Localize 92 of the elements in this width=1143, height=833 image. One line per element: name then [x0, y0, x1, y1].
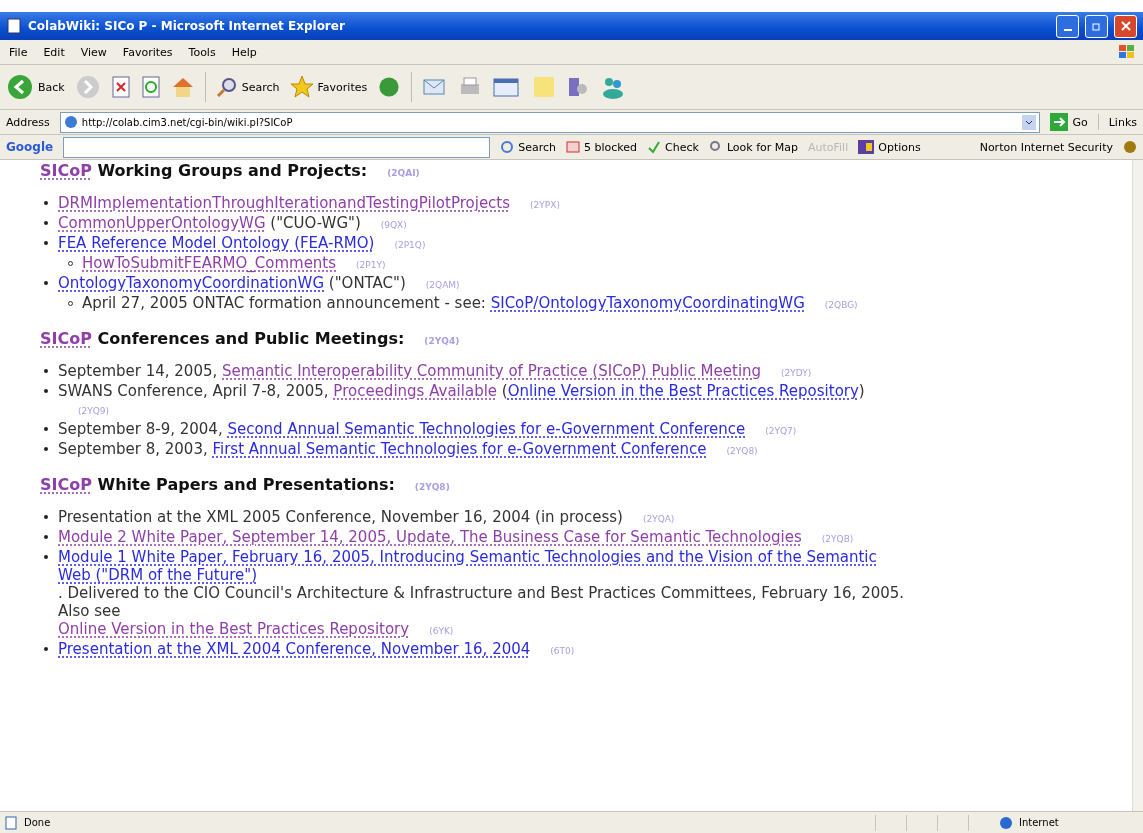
page-icon [63, 115, 78, 129]
options-button[interactable]: Options [858, 140, 921, 154]
status-text: Done [24, 817, 52, 828]
wiki-link[interactable]: CommonUpperOntologyWG [58, 214, 266, 232]
address-label: Address [6, 115, 50, 129]
norton-label[interactable]: Norton Internet Security [979, 140, 1113, 154]
wiki-link[interactable]: SICoP [40, 162, 92, 180]
item-text: September 8-9, 2004, [58, 420, 224, 438]
item-text: SWANS Conference, April 7-8, 2005, [58, 382, 330, 400]
wiki-link[interactable]: SICoP [40, 330, 92, 348]
bullet-icon [44, 201, 48, 205]
zone-text: Internet [1019, 817, 1060, 828]
item-text: April 27, 2005 ONTAC formation announcement - see: [82, 294, 487, 312]
favorites-button[interactable]: Favorites [289, 75, 368, 99]
wiki-link[interactable]: Online Version in the Best Practices Repository [58, 620, 410, 638]
popup-blocker-button[interactable]: 5 blocked [566, 140, 638, 154]
star-icon [289, 75, 314, 99]
wiki-link[interactable]: Proceedings Available [333, 382, 498, 400]
item-text: ) [858, 382, 865, 400]
wiki-link[interactable]: SICoP/OntologyTaxonomyCoordinatingWG [490, 294, 805, 312]
spell-check-button[interactable]: Check [647, 140, 699, 154]
page-icon [4, 815, 18, 830]
google-search-field[interactable] [63, 136, 491, 158]
search-icon [500, 140, 515, 154]
windows-logo-icon [1117, 43, 1137, 61]
wiki-link[interactable]: Module 2 White Paper, September 14, 2005, Update, The Business Case for Semantic Technologies [58, 528, 802, 546]
refresh-icon[interactable] [140, 76, 161, 98]
menu-item[interactable]: Help [228, 45, 260, 59]
go-button[interactable]: Go [1050, 113, 1088, 131]
page-icon [6, 18, 22, 34]
map-button[interactable]: Look for Map [708, 140, 798, 154]
wiki-link[interactable]: Presentation at the XML 2004 Conference, November 16, 2004 [58, 640, 531, 658]
wiki-link[interactable]: SICoP [40, 476, 92, 494]
wiki-link[interactable]: HowToSubmitFEARMO_Comments [82, 254, 337, 272]
back-button[interactable]: Back [6, 73, 65, 101]
bullet-icon [44, 241, 48, 245]
window-icon [566, 140, 580, 154]
google-logo[interactable]: Google [6, 140, 54, 154]
item-text: . Delivered to the CIO Council's Architecture & Infrastructure and Best Practices Committees, February 16, 2005. Also see [58, 584, 906, 620]
wiki-link[interactable]: Module 1 White Paper, February 16, 2005, Introducing Semantic Technologies and the Vision of the Semantic Web ("DRM of the Future") [58, 548, 908, 584]
item-text: September 8, 2003, [58, 440, 209, 458]
menu-item[interactable]: Tools [185, 45, 219, 59]
bullet-icon [44, 281, 48, 285]
wiki-link[interactable]: First Annual Semantic Technologies for e-Government Conference [212, 440, 707, 458]
item-text: September 14, 2005, [58, 362, 219, 380]
close-icon [1120, 21, 1131, 31]
bullet-icon [44, 221, 48, 225]
bullet-icon [44, 447, 48, 451]
section-heading: White Papers and Presentations: [96, 476, 395, 494]
links-button[interactable]: Links [1108, 115, 1137, 129]
item-text: Presentation at the XML 2005 Conference, November 16, 2004 (in process) [58, 508, 623, 526]
menu-item[interactable]: Favorites [119, 45, 176, 59]
item-text: ("ONTAC") [327, 274, 406, 292]
wiki-link[interactable]: Semantic Interoperability Community of Practice (SICoP) Public Meeting [222, 362, 762, 380]
bullet-icon [44, 647, 48, 651]
close-button[interactable] [1114, 14, 1137, 38]
dropdown-icon[interactable] [1022, 114, 1037, 130]
section-heading: Working Groups and Projects: [96, 162, 368, 180]
google-search-button[interactable]: Search [500, 140, 556, 154]
wiki-link[interactable]: DRMImplementationThroughIterationandTestingPilotProjects [58, 194, 511, 212]
search-icon [215, 76, 238, 98]
bullet-icon [44, 427, 48, 431]
bullet-icon [44, 369, 48, 373]
options-icon [858, 140, 875, 154]
item-text: ( [500, 382, 508, 400]
stop-icon[interactable] [110, 76, 131, 98]
item-text: ("CUO-WG") [269, 214, 361, 232]
globe-icon [999, 815, 1013, 830]
scrollbar[interactable] [1132, 160, 1143, 811]
menu-item[interactable]: View [77, 45, 110, 59]
wiki-link[interactable]: OntologyTaxonomyCoordinationWG [58, 274, 325, 292]
menu-item[interactable]: File [6, 45, 31, 59]
bullet-icon [44, 555, 48, 559]
wiki-link[interactable]: Online Version in the Best Practices Repository [507, 382, 859, 400]
check-icon [647, 140, 662, 154]
minimize-icon [1063, 29, 1072, 31]
window-title: ColabWiki: SICo P - Microsoft Internet Explorer [28, 19, 346, 33]
restore-icon [1091, 21, 1102, 31]
wiki-link[interactable]: Second Annual Semantic Technologies for e-Government Conference [227, 420, 746, 438]
menu-item[interactable]: Edit [40, 45, 68, 59]
minimize-button[interactable] [1056, 14, 1079, 38]
norton-icon[interactable] [1123, 140, 1137, 154]
search-button[interactable]: Search [215, 76, 280, 98]
section-heading: Conferences and Public Meetings: [96, 330, 405, 348]
bullet-icon [44, 515, 48, 519]
address-field[interactable]: http://colab.cim3.net/cgi-bin/wiki.pl?SICoP [59, 111, 1041, 133]
magnifier-icon [708, 140, 723, 154]
wiki-link[interactable]: FEA Reference Model Ontology (FEA-RMO) [58, 234, 375, 252]
forward-button[interactable] [74, 74, 101, 100]
bullet-icon [44, 389, 48, 393]
bullet-icon [44, 535, 48, 539]
restore-button[interactable] [1085, 14, 1108, 38]
